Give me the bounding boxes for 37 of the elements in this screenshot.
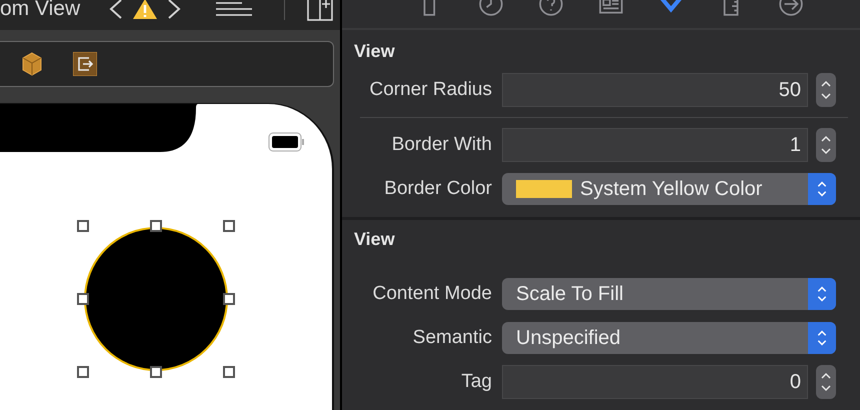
- cube-icon[interactable]: [21, 52, 43, 76]
- field-label: Semantic: [412, 326, 493, 350]
- add-editor-icon[interactable]: [307, 0, 334, 21]
- popup-button[interactable]: Scale To Fill: [502, 278, 836, 310]
- resize-handle[interactable]: [77, 366, 89, 378]
- color-popup[interactable]: System Yellow Color: [502, 173, 836, 205]
- up-down-chevron-icon: [820, 370, 832, 394]
- editor-title: om View: [0, 0, 80, 22]
- resize-handle[interactable]: [223, 220, 235, 232]
- back-chevron-icon[interactable]: [108, 0, 124, 20]
- popup-button[interactable]: Unspecified: [502, 322, 836, 354]
- list-lines-icon[interactable]: [216, 1, 254, 17]
- exit-icon[interactable]: [73, 52, 97, 76]
- field-label: Border With: [390, 132, 493, 157]
- resize-handle[interactable]: [223, 293, 235, 305]
- resize-handle[interactable]: [223, 366, 235, 378]
- stepper[interactable]: [816, 365, 836, 399]
- field-label: Tag: [460, 370, 493, 394]
- battery-icon: [268, 132, 306, 152]
- up-down-chevron-icon: [820, 133, 832, 157]
- forward-chevron-icon[interactable]: [166, 0, 182, 20]
- resize-handle[interactable]: [150, 366, 162, 378]
- resize-handle[interactable]: [77, 220, 89, 232]
- field-label: Border Color: [383, 176, 493, 201]
- resize-handle[interactable]: [150, 220, 162, 232]
- warning-icon[interactable]: [132, 0, 158, 20]
- section-header: View: [353, 228, 396, 251]
- number-field[interactable]: 1: [502, 128, 808, 162]
- resize-handle[interactable]: [77, 293, 89, 305]
- up-down-chevron-icon: [820, 78, 832, 102]
- number-field[interactable]: 50: [502, 73, 808, 107]
- field-label: Corner Radius: [368, 78, 493, 102]
- stepper[interactable]: [816, 128, 836, 162]
- number-field[interactable]: 0: [502, 365, 808, 399]
- field-label: Content Mode: [372, 282, 493, 306]
- stepper[interactable]: [816, 73, 836, 107]
- section-header: View: [353, 40, 396, 63]
